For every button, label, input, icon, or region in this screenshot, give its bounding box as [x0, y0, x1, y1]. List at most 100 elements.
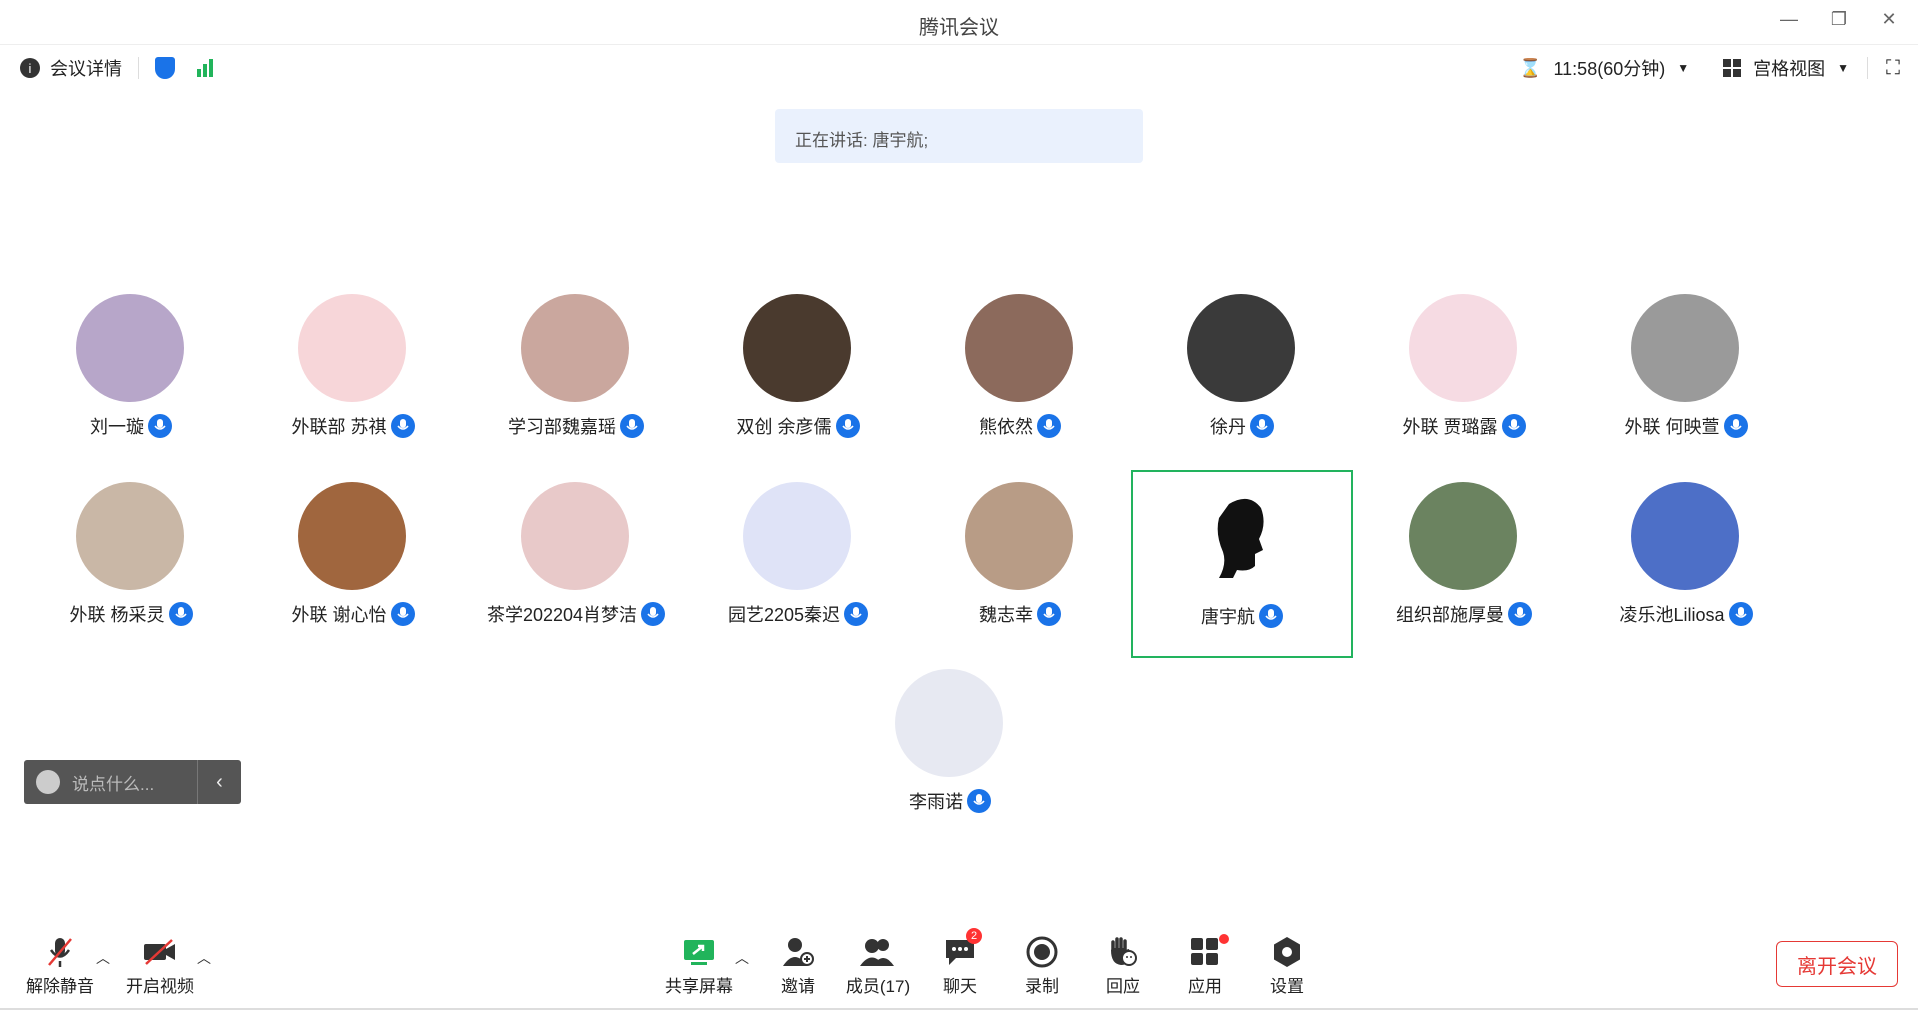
participant-name: 魏志幸: [979, 605, 1033, 625]
participant-tile[interactable]: 凌乐池Liliosa: [1575, 470, 1797, 658]
gear-icon: [1245, 934, 1329, 970]
share-screen-button[interactable]: 共享屏幕: [657, 934, 741, 997]
participant-tile[interactable]: 刘一璇: [20, 282, 242, 470]
participant-name: 凌乐池Liliosa: [1619, 605, 1725, 625]
members-button[interactable]: 成员(17): [836, 934, 920, 997]
close-icon[interactable]: ✕: [1878, 8, 1900, 30]
participant-name-row: 外联 何映萱: [1575, 413, 1797, 439]
record-button[interactable]: 录制: [1000, 934, 1084, 997]
meeting-timer[interactable]: 11:58(60分钟): [1554, 55, 1666, 81]
participant-name-row: 魏志幸: [909, 601, 1131, 627]
participant-name-row: 茶学202204肖梦洁: [465, 601, 687, 627]
participant-name: 园艺2205秦迟: [727, 605, 841, 625]
avatar: [965, 482, 1073, 590]
participant-name: 组织部施厚曼: [1396, 605, 1504, 625]
mic-icon: [844, 602, 869, 626]
apps-icon: [1163, 934, 1247, 970]
info-icon[interactable]: i: [20, 58, 40, 78]
participant-name-row: 熊依然: [909, 413, 1131, 439]
chevron-up-icon[interactable]: ︿: [735, 948, 749, 968]
apps-button[interactable]: 应用: [1163, 934, 1247, 997]
chevron-down-icon[interactable]: ▼: [1837, 61, 1849, 75]
start-video-button[interactable]: 开启视频: [118, 934, 202, 997]
participant-name: 刘一璇: [90, 417, 144, 437]
restore-icon[interactable]: ❐: [1828, 8, 1850, 30]
participant-tile[interactable]: 组织部施厚曼: [1353, 470, 1575, 658]
emoji-icon[interactable]: [36, 770, 60, 794]
leave-meeting-button[interactable]: 离开会议: [1776, 941, 1898, 987]
raise-hand-icon: [1081, 934, 1165, 970]
participant-tile[interactable]: 外联 杨采灵: [20, 470, 242, 658]
chat-icon: 2: [918, 928, 1002, 970]
mic-icon: [835, 414, 860, 438]
participant-tile[interactable]: 熊依然: [909, 282, 1131, 470]
hourglass-icon: ⌛: [1519, 57, 1542, 78]
participant-tile[interactable]: 李雨诺: [839, 657, 1061, 845]
participant-name-row: 凌乐池Liliosa: [1575, 601, 1797, 627]
avatar: [1631, 482, 1739, 590]
mic-icon: [1723, 414, 1748, 438]
settings-button[interactable]: 设置: [1245, 934, 1329, 997]
participant-name: 学习部魏嘉瑶: [508, 417, 616, 437]
participant-tile[interactable]: 外联 贾璐露: [1353, 282, 1575, 470]
participant-tile[interactable]: 茶学202204肖梦洁: [465, 470, 687, 658]
avatar: [1187, 294, 1295, 402]
meeting-details-link[interactable]: 会议详情: [50, 55, 122, 81]
invite-button[interactable]: 邀请: [756, 934, 840, 997]
participant-tile[interactable]: 双创 余彦儒: [687, 282, 909, 470]
avatar: [1631, 294, 1739, 402]
avatar: [1409, 482, 1517, 590]
participant-tile[interactable]: 外联 何映萱: [1575, 282, 1797, 470]
chevron-up-icon[interactable]: ︿: [197, 948, 211, 968]
chevron-down-icon[interactable]: ▼: [1677, 61, 1689, 75]
participant-name: 徐丹: [1210, 417, 1246, 437]
settings-label: 设置: [1270, 977, 1304, 996]
chevron-up-icon[interactable]: ︿: [96, 948, 110, 968]
participant-name-row: 园艺2205秦迟: [687, 601, 909, 627]
participant-tile[interactable]: 唐宇航: [1131, 470, 1353, 658]
avatar: [1409, 294, 1517, 402]
participant-name-row: 刘一璇: [20, 413, 242, 439]
participant-tile[interactable]: 园艺2205秦迟: [687, 470, 909, 658]
participant-tile[interactable]: 外联部 苏祺: [242, 282, 464, 470]
mic-icon: [1250, 414, 1274, 438]
chat-button[interactable]: 2 聊天: [918, 928, 1002, 997]
fullscreen-icon[interactable]: ⛶: [1886, 57, 1900, 80]
participant-name-row: 外联 杨采灵: [20, 601, 242, 627]
participant-name-row: 外联 谢心怡: [242, 601, 464, 627]
mic-icon: [1037, 414, 1061, 438]
chat-placeholder[interactable]: 说点什么...: [72, 770, 154, 795]
avatar: [743, 482, 851, 590]
avatar: [1189, 484, 1297, 592]
unmute-label: 解除静音: [26, 977, 94, 996]
participant-name: 双创 余彦儒: [736, 417, 832, 437]
mic-icon: [1508, 602, 1532, 626]
react-button[interactable]: 回应: [1081, 934, 1165, 997]
chat-unread-badge: 2: [966, 928, 983, 944]
participant-name-row: 学习部魏嘉瑶: [465, 413, 687, 439]
avatar: [298, 294, 406, 402]
participant-tile[interactable]: 外联 谢心怡: [242, 470, 464, 658]
participant-tile[interactable]: 魏志幸: [909, 470, 1131, 658]
unmute-button[interactable]: 解除静音: [18, 934, 102, 997]
share-screen-icon: [657, 934, 741, 970]
avatar: [521, 294, 629, 402]
chat-label: 聊天: [943, 977, 977, 996]
participant-name-row: 双创 余彦儒: [687, 413, 909, 439]
participant-tile[interactable]: 徐丹: [1131, 282, 1353, 470]
participant-name: 茶学202204肖梦洁: [486, 605, 638, 625]
minimize-icon[interactable]: —: [1778, 8, 1800, 30]
quick-chat-box[interactable]: 说点什么... ‹: [24, 760, 241, 804]
security-shield-icon[interactable]: [155, 57, 175, 79]
share-screen-label: 共享屏幕: [665, 977, 733, 996]
info-bar: i 会议详情 ⌛ 11:58(60分钟) ▼ 宫格视图 ▼ ⛶: [0, 44, 1918, 88]
add-user-icon: [756, 934, 840, 970]
view-mode-button[interactable]: 宫格视图: [1753, 55, 1825, 81]
speaking-indicator: 正在讲话: 唐宇航;: [775, 109, 1143, 163]
window-title: 腾讯会议: [919, 17, 999, 39]
members-icon: [836, 934, 920, 970]
collapse-icon[interactable]: ‹: [197, 760, 241, 804]
signal-icon[interactable]: [197, 59, 213, 77]
grid-view-icon: [1723, 59, 1742, 77]
participant-tile[interactable]: 学习部魏嘉瑶: [465, 282, 687, 470]
